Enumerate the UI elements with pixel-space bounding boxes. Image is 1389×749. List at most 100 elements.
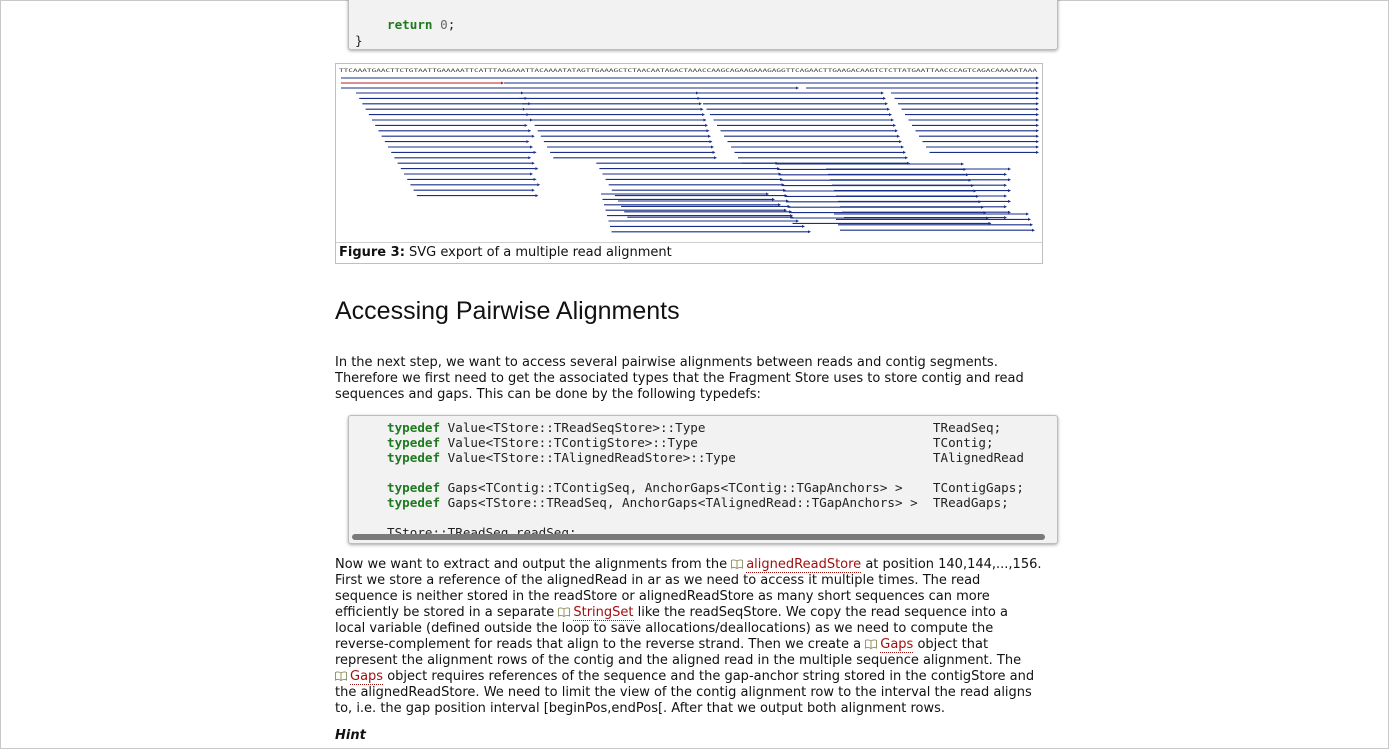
read-arrowhead (531, 161, 535, 165)
read-arrowhead (531, 134, 535, 138)
read-arrowhead (897, 134, 900, 138)
link-gaps[interactable]: Gaps (350, 669, 384, 685)
link-stringset[interactable]: StringSet (573, 605, 634, 621)
read-arrowhead (1036, 76, 1039, 80)
read-arrowhead (1036, 102, 1039, 106)
sequence-text: TTCAAATGAACTTCTGTAATTGAAAAATTCATTTAAGAAA… (339, 68, 1038, 73)
code-line: typedef Value<TStore::TContigStore>::Typ… (387, 435, 994, 450)
read-arrowhead (895, 129, 898, 133)
read-arrowhead (533, 150, 537, 154)
body-line: Gaps object requires references of the s… (335, 669, 1042, 685)
read-arrowhead (893, 123, 896, 127)
read-arrowhead (1032, 228, 1035, 232)
body-line: reverse-complement for reads that align … (335, 637, 989, 653)
read-arrowhead (700, 107, 704, 111)
read-arrowhead (535, 167, 539, 171)
read-arrowhead (1004, 194, 1007, 198)
read-arrowhead (802, 224, 805, 228)
horizontal-scrollbar[interactable] (352, 534, 1045, 540)
read-arrowhead (501, 81, 504, 85)
code-block-typedefs[interactable]: typedef Value<TStore::TReadSeqStore>::Ty… (348, 415, 1058, 544)
intro-line: In the next step, we want to access seve… (335, 355, 998, 370)
code-line: typedef Value<TStore::TAlignedReadStore>… (387, 450, 1024, 465)
read-arrowhead (889, 113, 892, 117)
read-arrowhead (1004, 172, 1007, 176)
read-arrowhead (702, 113, 705, 117)
read-arrowhead (531, 188, 535, 192)
figure-caption: Figure 3: SVG export of a multiple read … (339, 245, 672, 260)
read-arrowhead (796, 86, 799, 90)
read-arrowhead (537, 183, 541, 187)
read-arrowhead (883, 96, 886, 100)
body-line: the alignedReadStore. We need to limit t… (335, 685, 1032, 700)
code-line: typedef Gaps<TContig::TContigSeq, Anchor… (387, 480, 1024, 495)
body-line: local variable (defined outside the loop… (335, 621, 994, 636)
read-arrowhead (711, 145, 714, 149)
read-arrowhead (528, 129, 532, 133)
read-arrowhead (530, 145, 533, 149)
read-lines-group (341, 76, 1039, 234)
read-arrowhead (903, 150, 906, 154)
read-arrowhead (524, 123, 528, 127)
figure-multiple-read-alignment: TTCAAATGAACTTCTGTAATTGAAAAATTCATTTAAGAAA… (335, 63, 1043, 264)
read-arrowhead (1036, 150, 1039, 154)
read-arrowhead (1036, 96, 1039, 100)
section-title: Accessing Pairwise Alignments (335, 297, 680, 325)
link-gaps[interactable]: Gaps (880, 637, 914, 653)
read-arrowhead (1008, 178, 1011, 182)
read-arrowhead (1036, 145, 1039, 149)
read-arrowhead (528, 156, 532, 160)
body-line: First we store a reference of the aligne… (335, 573, 981, 588)
body-line: sequence is neither stored in the readSt… (335, 589, 990, 604)
read-arrowhead (1004, 205, 1007, 209)
read-arrowhead (1026, 212, 1029, 216)
read-arrowhead (708, 134, 711, 138)
code-line: typedef Gaps<TStore::TReadSeq, AnchorGap… (387, 495, 1009, 510)
book-icon (335, 671, 347, 681)
code-line-return: return 0; (387, 17, 456, 32)
read-arrowhead (712, 150, 716, 154)
body-paragraph: Now we want to extract and output the al… (335, 557, 1042, 717)
link-alignedreadstore[interactable]: alignedReadStore (746, 557, 862, 573)
read-arrowhead (1036, 91, 1039, 95)
read-arrowhead (1036, 107, 1039, 111)
read-arrowhead (796, 219, 799, 223)
read-arrowhead (885, 102, 888, 106)
read-arrowhead (714, 156, 717, 160)
read-arrowhead (1008, 210, 1011, 214)
read-arrowhead (533, 177, 537, 181)
read-arrowhead (1028, 217, 1031, 221)
intro-line: sequences and gaps. This can be done by … (335, 387, 761, 402)
book-icon (865, 639, 878, 649)
intro-line: Therefore we first need to get the assoc… (335, 371, 1024, 386)
book-icon (558, 607, 571, 617)
read-arrowhead (891, 118, 894, 122)
read-arrowhead (1036, 86, 1039, 90)
alignment-svg-image: TTCAAATGAACTTCTGTAATTGAAAAATTCATTTAAGAAA… (339, 68, 1039, 234)
read-arrowhead (699, 102, 702, 106)
intro-paragraph: In the next step, we want to access seve… (335, 355, 1024, 403)
read-arrowhead (535, 194, 539, 198)
read-arrowhead (899, 140, 902, 144)
code-line: typedef Value<TStore::TReadSeqStore>::Ty… (387, 420, 1002, 435)
read-arrowhead (808, 230, 811, 234)
body-line: to, i.e. the gap position interval [begi… (335, 701, 945, 716)
read-arrowhead (526, 140, 530, 144)
read-arrowhead (905, 156, 908, 160)
read-arrowhead (703, 118, 707, 122)
read-arrowhead (1004, 216, 1007, 220)
read-arrowhead (1036, 123, 1039, 127)
read-arrowhead (1036, 129, 1039, 133)
read-arrowhead (901, 145, 904, 149)
read-arrowhead (1036, 134, 1039, 138)
read-arrowhead (706, 129, 710, 133)
code-line-close-brace: } (355, 33, 363, 48)
read-arrowhead (1008, 189, 1011, 193)
read-arrowhead (961, 162, 964, 166)
read-arrowhead (1036, 118, 1039, 122)
read-arrowhead (1008, 167, 1011, 171)
read-arrowhead (1008, 199, 1011, 203)
body-line: Now we want to extract and output the al… (335, 557, 1042, 573)
read-arrowhead (1036, 113, 1039, 117)
read-arrowhead (709, 140, 713, 144)
